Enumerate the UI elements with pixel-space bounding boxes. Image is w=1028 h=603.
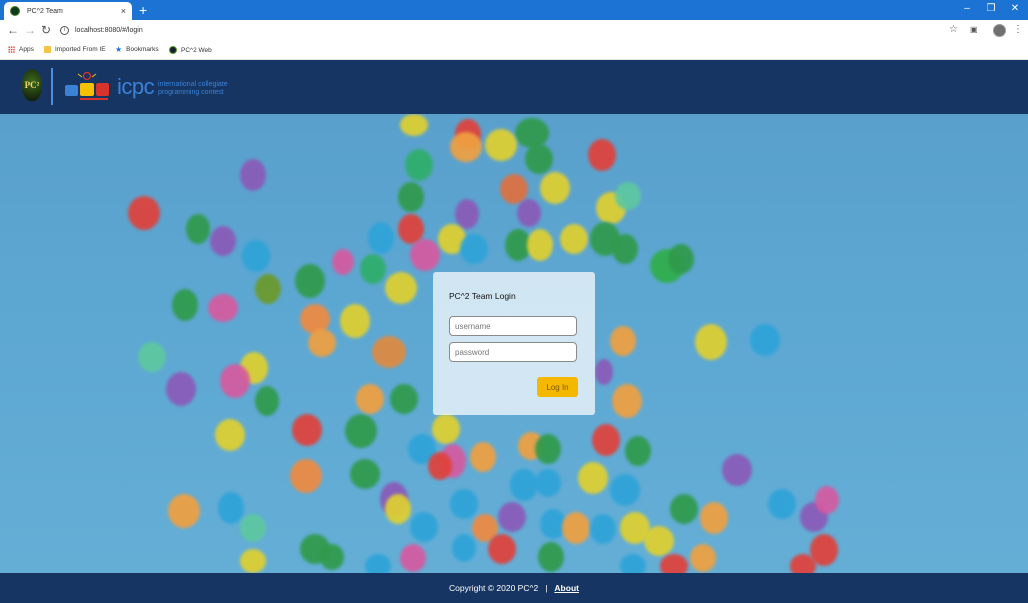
- back-icon[interactable]: ←: [7, 23, 19, 37]
- login-card: PC^2 Team Login Log In: [433, 272, 595, 415]
- footer: Copyright © 2020 PC^2 | About: [0, 573, 1028, 603]
- bookmark-bookmarks[interactable]: ★ Bookmarks: [115, 45, 159, 54]
- bookmark-imported-from-ie[interactable]: Imported From IE: [44, 46, 106, 53]
- icpc-subtitle-line2: programming contest: [158, 89, 224, 96]
- app-header: PC²: [0, 60, 1028, 114]
- minimize-button[interactable]: –: [958, 2, 976, 16]
- bookmark-label: PC^2 Web: [181, 46, 212, 54]
- menu-kebab-icon[interactable]: ⋮: [1013, 24, 1023, 36]
- password-input[interactable]: [449, 342, 577, 362]
- browser-tab[interactable]: PC^2 Team ×: [4, 2, 132, 20]
- folder-icon: [44, 46, 51, 53]
- icpc-subtitle: international collegiate programming con…: [158, 81, 228, 97]
- login-title: PC^2 Team Login: [449, 291, 516, 301]
- bookmark-label: Bookmarks: [126, 46, 159, 53]
- reload-icon[interactable]: ↻: [41, 23, 51, 37]
- bookmark-label: Apps: [19, 46, 34, 53]
- bookmark-label: Imported From IE: [55, 46, 106, 53]
- icpc-wordmark: icpc: [117, 74, 155, 99]
- footer-separator: |: [545, 583, 548, 593]
- username-input[interactable]: [449, 316, 577, 336]
- url-field[interactable]: i localhost:8080/#/login: [60, 23, 960, 38]
- header-divider: [51, 68, 53, 105]
- tab-title: PC^2 Team: [27, 7, 63, 15]
- login-button[interactable]: Log In: [537, 377, 578, 397]
- close-window-button[interactable]: ✕: [1006, 2, 1024, 16]
- pc2-favicon-icon: [10, 6, 20, 16]
- site-info-icon[interactable]: i: [60, 26, 69, 35]
- bookmark-apps[interactable]: Apps: [8, 46, 34, 53]
- browser-tab-bar: PC^2 Team × + – ❐ ✕: [0, 0, 1028, 20]
- bookmarks-bar: Apps Imported From IE ★ Bookmarks PC^2 W…: [0, 41, 1028, 60]
- pc2-logo: PC²: [22, 69, 42, 101]
- pc2-favicon-icon: [169, 46, 177, 54]
- pc2-logo-text: PC²: [24, 80, 40, 90]
- forward-icon[interactable]: →: [24, 23, 36, 37]
- star-icon: ★: [115, 45, 123, 54]
- profile-avatar[interactable]: [993, 24, 1006, 37]
- new-tab-button[interactable]: +: [139, 2, 147, 18]
- url-text: localhost:8080/#/login: [75, 27, 143, 34]
- icpc-subtitle-line1: international collegiate: [158, 81, 228, 88]
- apps-grid-icon: [8, 46, 15, 53]
- address-bar-row: ← → ↻ i localhost:8080/#/login ☆ ▣ ⋮: [0, 20, 1028, 41]
- restore-button[interactable]: ❐: [982, 2, 1000, 16]
- icpc-logo-icon: [65, 71, 109, 100]
- copyright-text: Copyright © 2020 PC^2: [449, 583, 539, 593]
- about-link[interactable]: About: [554, 583, 579, 593]
- star-bookmark-icon[interactable]: ☆: [949, 24, 958, 36]
- close-tab-icon[interactable]: ×: [121, 6, 126, 16]
- extension-icon[interactable]: ▣: [970, 24, 978, 36]
- bookmark-pc2-web[interactable]: PC^2 Web: [169, 46, 212, 54]
